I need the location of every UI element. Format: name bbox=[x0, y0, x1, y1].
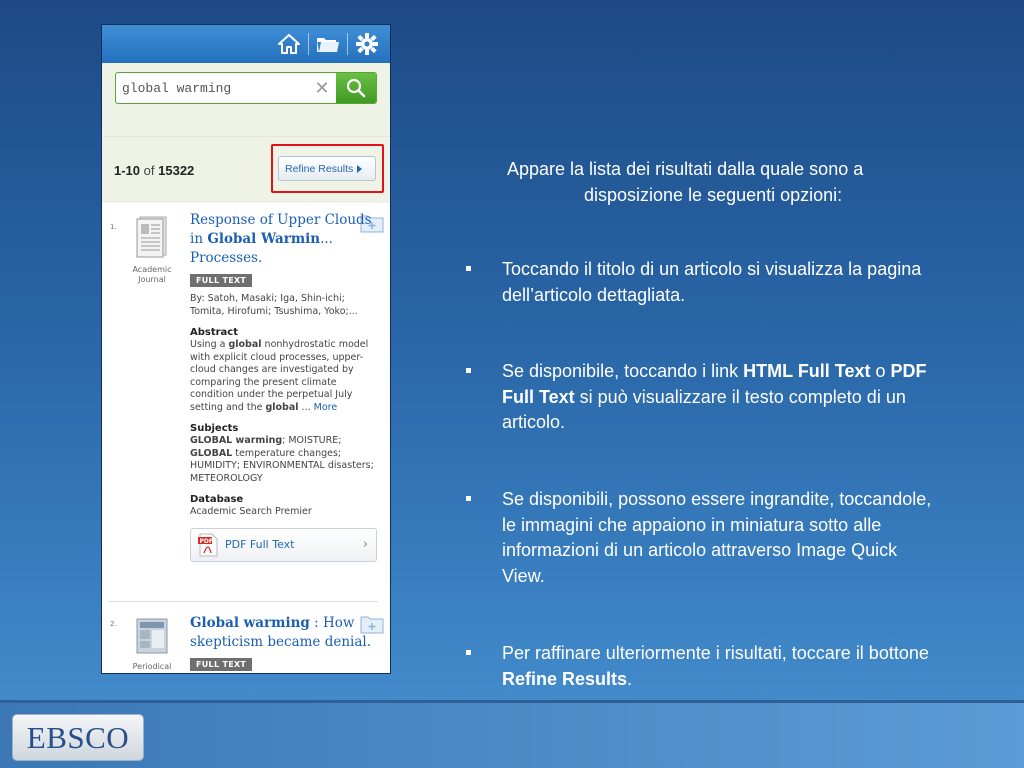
full-text-badge: FULL TEXT bbox=[190, 658, 253, 671]
ebsco-logo: EBSCO bbox=[12, 714, 144, 761]
result-number: 1. bbox=[110, 223, 117, 231]
subjects-text: GLOBAL warming; MOISTURE; GLOBAL tempera… bbox=[190, 435, 374, 484]
pdf-full-text-link[interactable]: PDF PDF Full Text › bbox=[190, 527, 377, 562]
result-number: 2. bbox=[110, 620, 117, 628]
results-bar: 1-10 of 15322 Refine Results bbox=[102, 137, 390, 203]
search-area: ✕ bbox=[102, 63, 390, 137]
bullet-marker bbox=[466, 650, 471, 655]
close-icon[interactable]: ✕ bbox=[308, 73, 336, 103]
search-box: ✕ bbox=[115, 72, 377, 104]
mobile-screenshot: ✕ 1-10 of 15322 Refine Results 1. bbox=[101, 24, 391, 674]
full-text-badge: FULL TEXT bbox=[190, 274, 253, 287]
journal-icon bbox=[136, 216, 167, 258]
publication-type-label: Academic Journal bbox=[132, 265, 172, 284]
periodical-icon bbox=[136, 618, 168, 654]
home-icon[interactable] bbox=[274, 29, 304, 59]
database-label: Database bbox=[190, 494, 244, 505]
refine-results-button[interactable]: Refine Results bbox=[278, 156, 376, 181]
gear-icon[interactable] bbox=[352, 29, 382, 59]
bullet-marker bbox=[466, 266, 471, 271]
toolbar-divider bbox=[347, 33, 348, 55]
result-item: 1. Academic Journal Response of Upper Cl… bbox=[102, 203, 390, 601]
subjects-label: Subjects bbox=[190, 423, 239, 434]
bullet-marker bbox=[466, 368, 471, 373]
arrow-right-icon bbox=[357, 164, 363, 173]
bullet-text: Per raffinare ulteriormente i risultati,… bbox=[502, 643, 929, 689]
database-name: Academic Search Premier bbox=[190, 506, 312, 517]
result-content: Global warming : How skepticism became d… bbox=[190, 614, 380, 671]
publication-type: Academic Journal bbox=[130, 215, 174, 285]
bullet-marker bbox=[466, 496, 471, 501]
results-list: 1. Academic Journal Response of Upper Cl… bbox=[102, 203, 390, 673]
search-input[interactable] bbox=[116, 73, 308, 103]
results-count: 1-10 of 15322 bbox=[114, 163, 195, 178]
result-title[interactable]: Response of Upper Clouds in Global Warmi… bbox=[190, 211, 380, 268]
more-link[interactable]: More bbox=[314, 402, 338, 413]
search-button[interactable] bbox=[336, 73, 376, 103]
result-item: 2. Periodical Global warming : How skept… bbox=[108, 601, 384, 673]
svg-text:PDF: PDF bbox=[200, 538, 213, 545]
footer-bar bbox=[0, 703, 1024, 768]
result-content: Response of Upper Clouds in Global Warmi… bbox=[190, 211, 380, 562]
abstract-label: Abstract bbox=[190, 327, 239, 338]
bullet-text: Se disponibili, possono essere ingrandit… bbox=[502, 489, 932, 586]
authors: By: Satoh, Masaki; Iga, Shin-ichi; Tomit… bbox=[190, 293, 358, 317]
abstract-text: Using a global nonhydrostatic model with… bbox=[190, 339, 369, 413]
result-title[interactable]: Global warming : How skepticism became d… bbox=[190, 614, 380, 652]
publication-type: Periodical bbox=[130, 616, 174, 672]
intro-text: Appare la lista dei risultati dalla qual… bbox=[507, 159, 864, 205]
chevron-right-icon: › bbox=[362, 537, 368, 552]
bullet-text: Se disponibile, toccando i link HTML Ful… bbox=[502, 361, 927, 432]
publication-type-label: Periodical bbox=[132, 662, 172, 671]
folder-icon[interactable] bbox=[313, 29, 343, 59]
toolbar-divider bbox=[308, 33, 309, 55]
search-icon bbox=[346, 78, 366, 98]
pdf-icon: PDF bbox=[198, 533, 218, 556]
bullet-text: Toccando il titolo di un articolo si vis… bbox=[502, 259, 922, 305]
top-toolbar bbox=[102, 25, 390, 63]
